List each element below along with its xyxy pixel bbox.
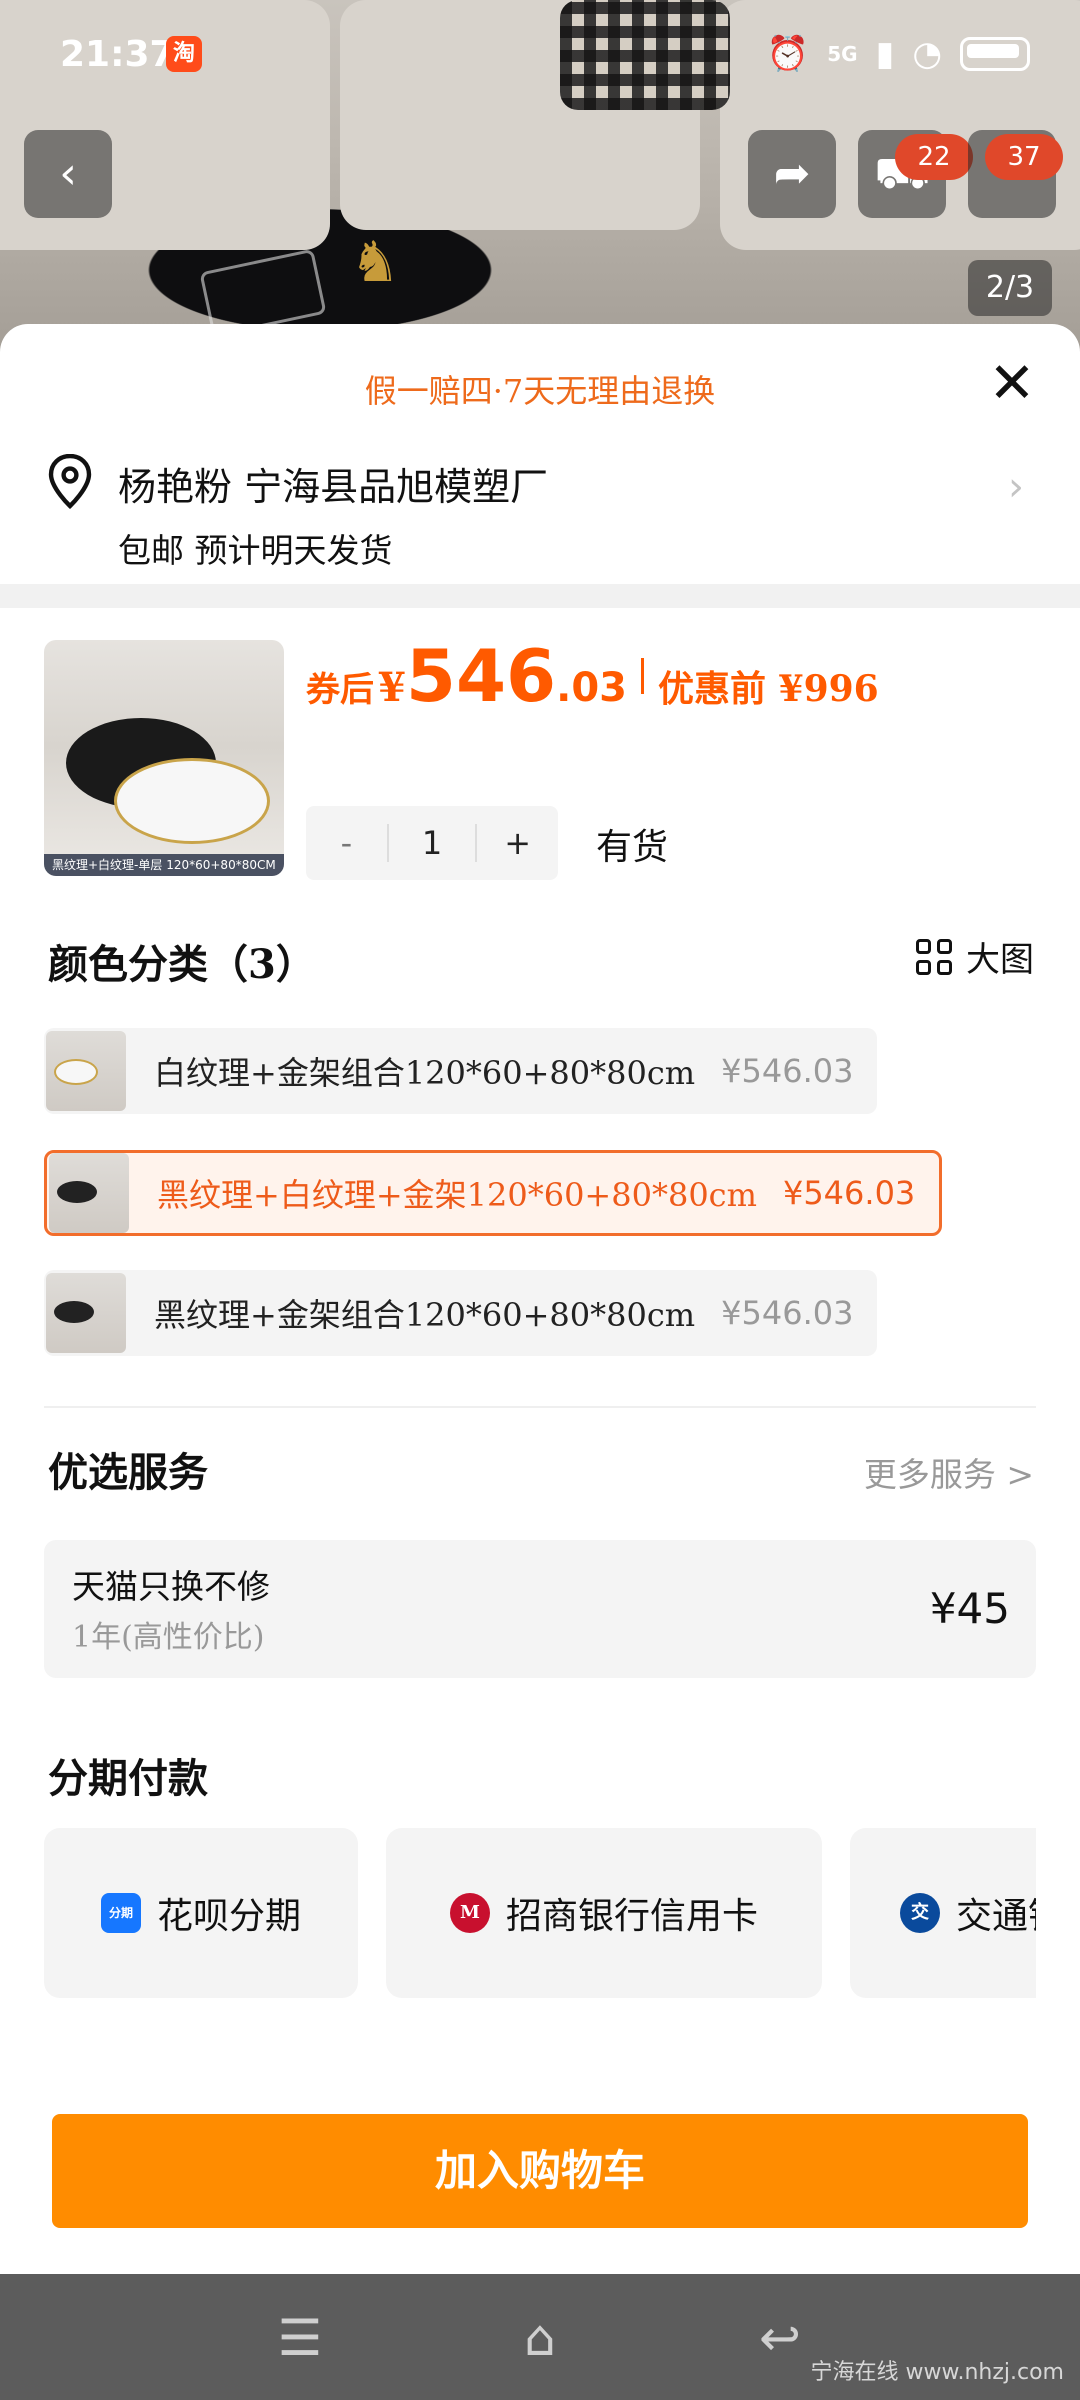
back-button[interactable]: ‹	[24, 130, 112, 218]
quantity-value[interactable]: 1	[386, 824, 478, 862]
close-button[interactable]: ✕	[982, 354, 1042, 414]
chevron-left-icon: ‹	[59, 148, 77, 199]
stock-status: 有货	[596, 827, 669, 868]
address-text: 杨艳粉 宁海县品旭模塑厂	[118, 465, 549, 509]
installment-label: 交通银行	[956, 1896, 1036, 1937]
grid-icon	[916, 938, 952, 975]
selected-product-thumbnail[interactable]: 黑纹理+白纹理-单层 120*60+80*80CM	[44, 640, 284, 876]
variant-label: 黑纹理+白纹理+金架120*60+80*80cm	[157, 1176, 757, 1214]
price-integer: 546	[405, 634, 557, 718]
battery-icon	[960, 37, 1030, 71]
shipping-text: 包邮 预计明天发货	[118, 531, 393, 570]
quantity-minus-button[interactable]: -	[306, 824, 387, 862]
price-currency: ¥	[378, 664, 406, 711]
wifi-icon: ◔	[912, 34, 942, 74]
installment-label: 花呗分期	[156, 1896, 301, 1937]
price-separator	[641, 658, 644, 694]
installment-option-huabei[interactable]: 分期 花呗分期	[44, 1828, 358, 1998]
status-time: 21:37	[60, 34, 175, 75]
home-icon[interactable]: ⌂	[510, 2308, 570, 2368]
installment-options-row[interactable]: 分期 花呗分期 M 招商银行信用卡 交 交通银行	[44, 1828, 1036, 2008]
cmb-bank-icon: M	[449, 1893, 490, 1933]
quantity-stepper: - 1 +	[306, 806, 558, 880]
price-row: 券后 ¥ 546 .03 优惠前 ¥996	[306, 634, 879, 718]
variant-price: ¥546.03	[721, 1052, 854, 1090]
service-price: ¥45	[929, 1584, 1010, 1633]
price-decimal: .03	[556, 665, 627, 711]
service-option-card[interactable]: 天猫只换不修 1年(高性价比) ¥45	[44, 1540, 1036, 1678]
service-name: 天猫只换不修	[72, 1567, 270, 1606]
variant-price: ¥546.03	[721, 1294, 854, 1332]
close-icon: ✕	[988, 351, 1036, 416]
price-before-discount: 优惠前 ¥996	[658, 668, 879, 710]
variant-option-selected[interactable]: 黑纹理+白纹理+金架120*60+80*80cm ¥546.03	[44, 1150, 943, 1236]
address-selector[interactable]: 杨艳粉 宁海县品旭模塑厂 包邮 预计明天发货 ›	[0, 434, 1080, 584]
cart-count-badge: 22	[895, 134, 973, 180]
white-table-shape	[114, 758, 270, 844]
variant-option[interactable]: 白纹理+金架组合120*60+80*80cm ¥546.03	[44, 1028, 878, 1114]
deer-statue: ♞	[350, 230, 401, 295]
installment-option-bocom[interactable]: 交 交通银行	[850, 1828, 1036, 1998]
installment-option-cmb[interactable]: M 招商银行信用卡	[386, 1828, 822, 1998]
status-icons: ⏰ 5G ▮ ◔	[767, 34, 1030, 74]
alarm-icon: ⏰	[766, 34, 810, 74]
location-pin-icon	[48, 454, 92, 510]
price-after-coupon-label: 券后	[306, 670, 374, 710]
variant-thumbnail	[46, 1031, 126, 1111]
huabei-icon: 分期	[100, 1893, 141, 1933]
chevron-right-icon: ›	[1008, 464, 1024, 510]
menu-icon[interactable]: ☰	[270, 2308, 330, 2368]
quantity-plus-button[interactable]: +	[477, 824, 558, 862]
variant-thumbnail	[49, 1153, 129, 1233]
watermark: 宁海在线 www.nhzj.com	[810, 2360, 1064, 2385]
variant-label: 白纹理+金架组合120*60+80*80cm	[154, 1054, 696, 1092]
more-services-link[interactable]: 更多服务 >	[864, 1448, 1034, 1496]
bocom-bank-icon: 交	[900, 1893, 940, 1933]
section-divider	[0, 584, 1080, 608]
sku-selection-sheet: 假一赔四·7天无理由退换 ✕ 杨艳粉 宁海县品旭模塑厂 包邮 预计明天发货 › …	[0, 324, 1080, 2274]
promo-guarantee: 假一赔四·7天无理由退换	[364, 372, 716, 410]
thumbnail-caption: 黑纹理+白纹理-单层 120*60+80*80CM	[44, 854, 284, 876]
big-image-label: 大图	[966, 940, 1034, 980]
service-description: 1年(高性价比)	[72, 1620, 265, 1655]
installment-label: 招商银行信用卡	[505, 1896, 758, 1937]
share-icon: ➦	[773, 148, 811, 199]
taobao-app-icon: 淘	[166, 36, 202, 72]
network-label: 5G	[827, 42, 858, 66]
service-section-title: 优选服务	[48, 1449, 208, 1496]
share-button[interactable]: ➦	[748, 130, 836, 218]
back-icon[interactable]: ↩	[750, 2308, 810, 2368]
variant-label: 黑纹理+金架组合120*60+80*80cm	[154, 1296, 696, 1334]
variant-option[interactable]: 黑纹理+金架组合120*60+80*80cm ¥546.03	[44, 1270, 878, 1356]
color-section-title: 颜色分类（3）	[48, 941, 316, 988]
installment-section-title: 分期付款	[48, 1755, 208, 1802]
message-count-badge: 37	[985, 134, 1063, 180]
variant-thumbnail	[46, 1273, 126, 1353]
image-page-indicator: 2/3	[968, 260, 1052, 316]
signal-icon: ▮	[875, 34, 895, 74]
big-image-toggle[interactable]: 大图	[916, 932, 1034, 981]
status-bar: 21:37 淘 ⏰ 5G ▮ ◔	[0, 0, 1080, 110]
divider	[44, 1406, 1036, 1408]
add-to-cart-button[interactable]: 加入购物车	[52, 2114, 1028, 2228]
variant-price: ¥546.03	[782, 1174, 916, 1212]
